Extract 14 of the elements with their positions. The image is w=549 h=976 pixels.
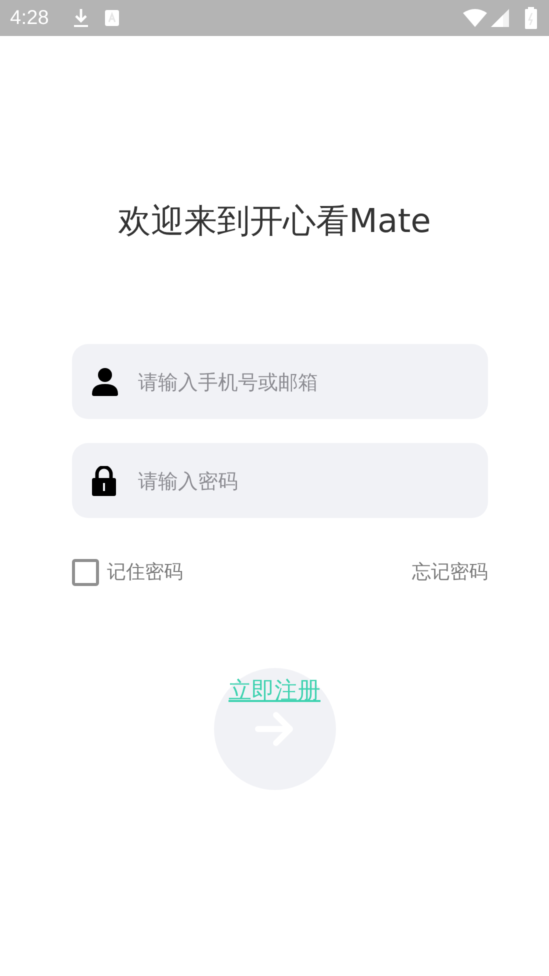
font-icon <box>104 10 119 26</box>
person-icon <box>92 368 118 396</box>
welcome-title: 欢迎来到开心看Mate <box>118 201 431 240</box>
status-time: 4:28 <box>10 6 49 31</box>
account-field[interactable]: 请输入手机号或邮箱 <box>72 344 488 419</box>
download-icon <box>72 8 89 28</box>
remember-label: 记住密码 <box>107 560 183 585</box>
wifi-icon <box>463 9 487 27</box>
forgot-password-link[interactable]: 忘记密码 <box>412 558 488 586</box>
lock-icon <box>92 466 116 496</box>
password-field[interactable]: 请输入密码 <box>72 443 488 518</box>
remember-checkbox[interactable] <box>72 558 99 586</box>
signal-icon <box>491 9 509 27</box>
battery-icon <box>525 7 537 29</box>
